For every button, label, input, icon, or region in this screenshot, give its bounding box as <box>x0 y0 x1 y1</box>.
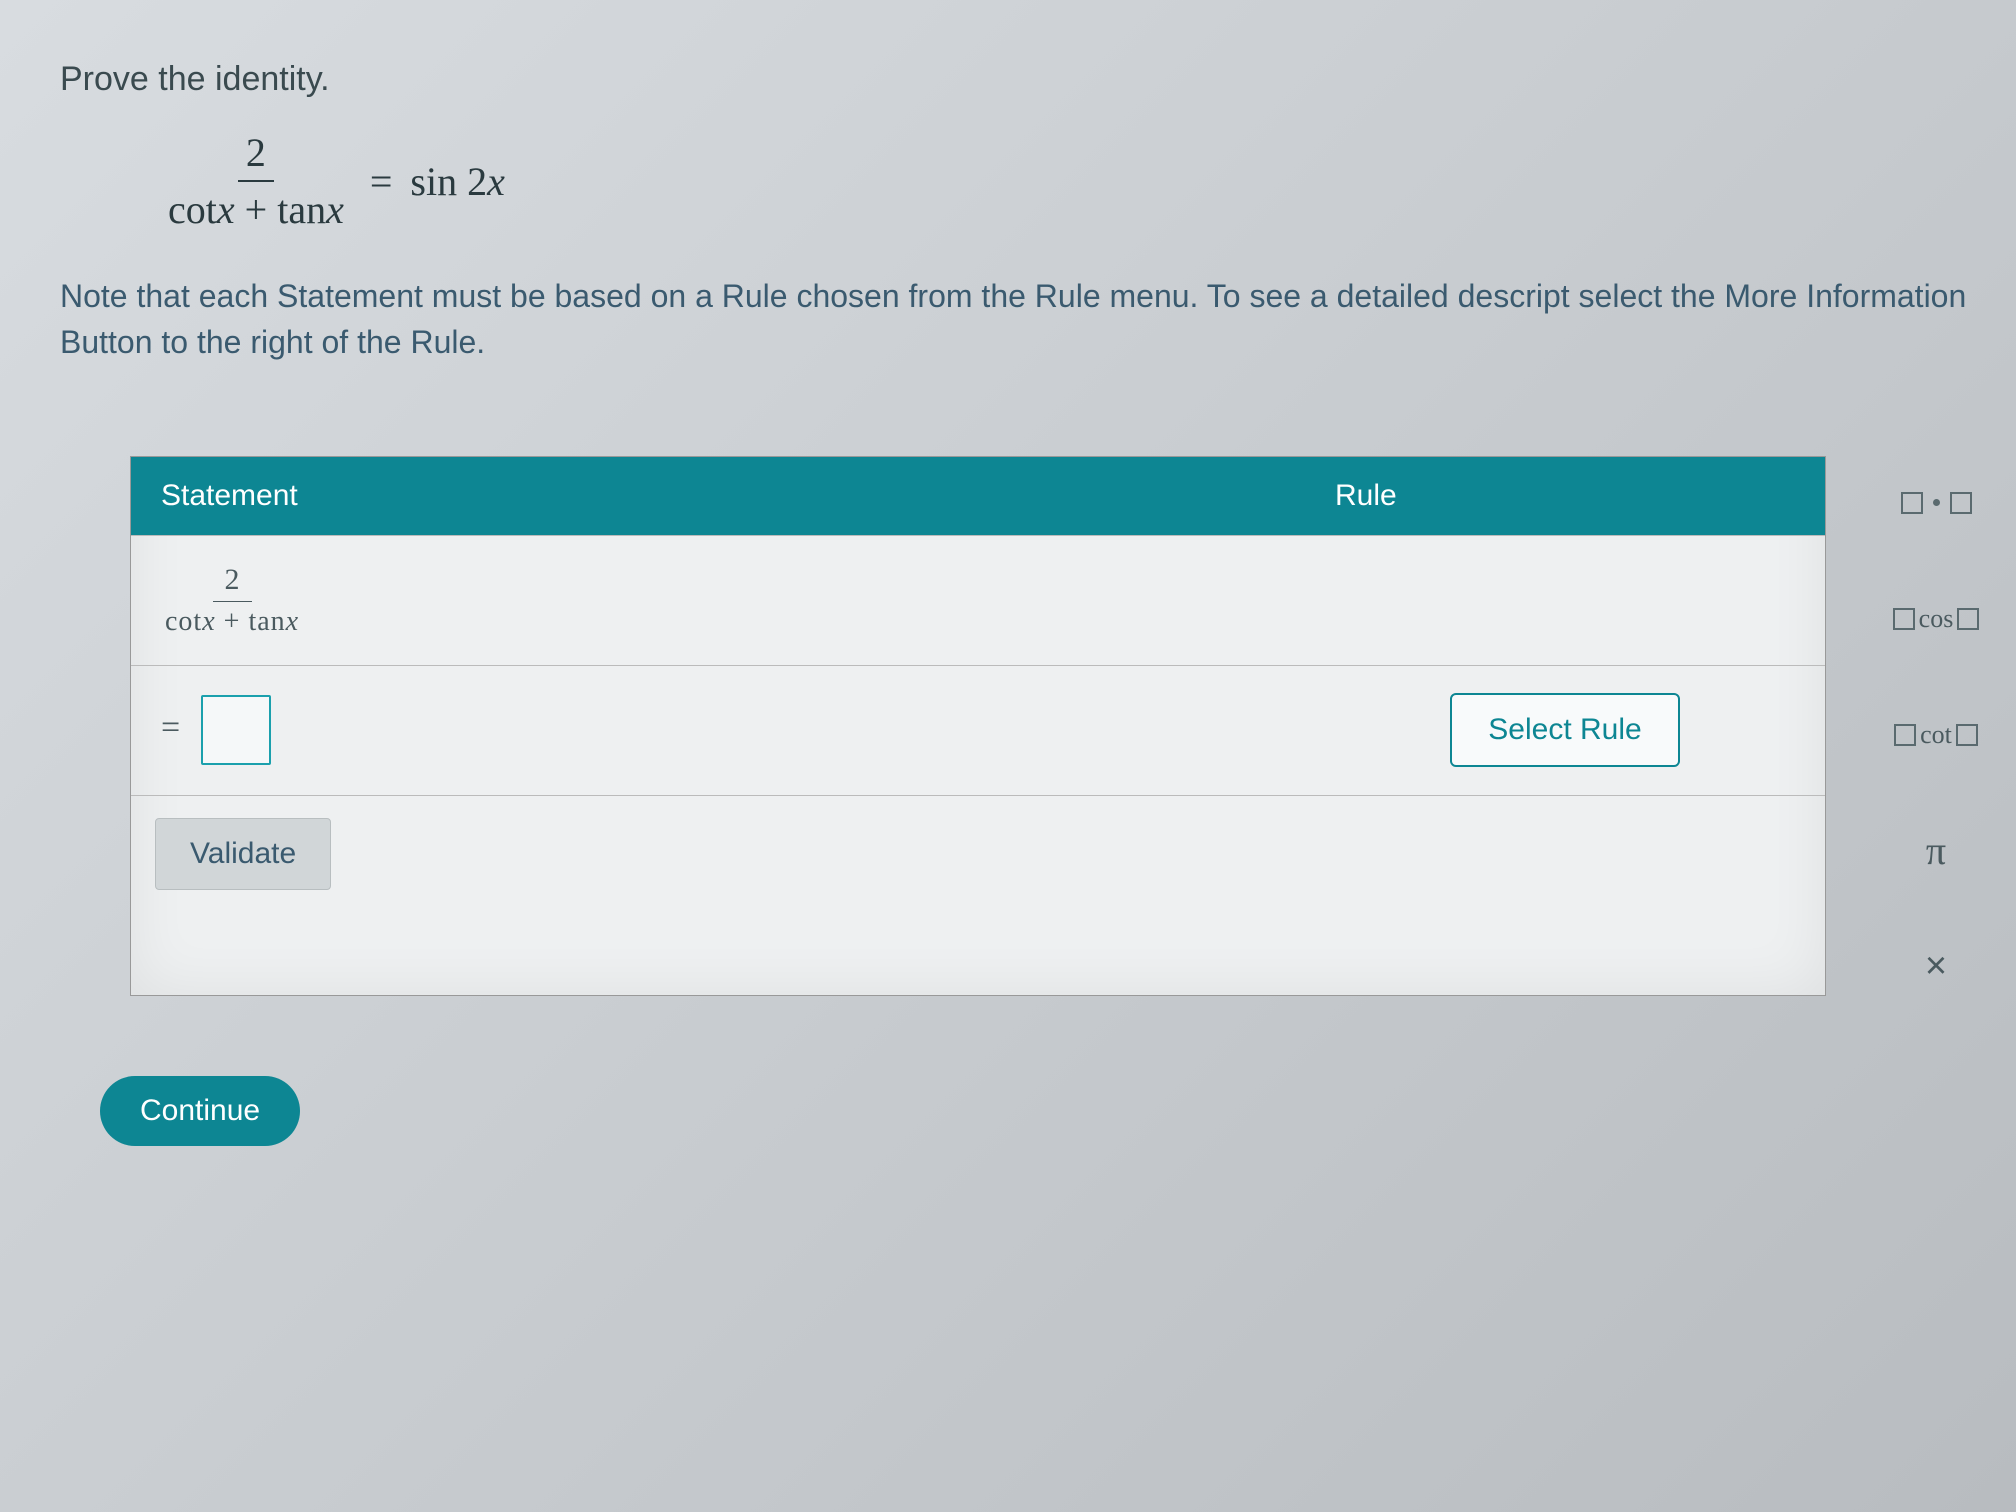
proof-area: Statement Rule 2 cotx + tanx = <box>60 456 2016 996</box>
square-placeholder-icon <box>1893 608 1915 630</box>
cot-text: cot <box>168 187 217 232</box>
palette-box-dot-box[interactable] <box>1871 476 2001 530</box>
square-placeholder-icon <box>1950 492 1972 514</box>
header-statement: Statement <box>131 457 1305 535</box>
header-rule: Rule <box>1305 457 1825 535</box>
square-placeholder-icon <box>1894 724 1916 746</box>
rule-cell-1 <box>1305 582 1825 618</box>
instruction-note: Note that each Statement must be based o… <box>60 273 1977 366</box>
table-row: = Select Rule <box>131 665 1825 795</box>
plus-tan-text: + tan <box>245 187 326 232</box>
fraction-numerator: 2 <box>213 563 252 602</box>
var-x: x <box>326 187 344 232</box>
validate-button[interactable]: Validate <box>155 818 331 890</box>
continue-wrap: Continue <box>60 996 2016 1146</box>
equals-sign: = <box>370 158 393 205</box>
palette-pi[interactable]: π <box>1871 824 2001 878</box>
palette-cot[interactable]: cot <box>1871 708 2001 762</box>
fraction-denominator: cotx + tanx <box>161 602 303 638</box>
fraction-numerator: 2 <box>238 129 274 182</box>
square-placeholder-icon <box>1901 492 1923 514</box>
cos-label: cos <box>1919 604 1954 634</box>
rhs: sin 2x <box>410 158 504 205</box>
cot-label: cot <box>1920 720 1952 750</box>
var-x: x <box>487 159 505 204</box>
continue-button[interactable]: Continue <box>100 1076 300 1146</box>
validate-row: Validate <box>131 795 1825 995</box>
fraction-denominator: cotx + tanx <box>160 182 352 233</box>
expression-input[interactable] <box>201 695 271 765</box>
table-row: 2 cotx + tanx <box>131 535 1825 665</box>
fraction: 2 cotx + tanx <box>161 563 303 638</box>
dot-icon <box>1933 499 1940 506</box>
square-placeholder-icon <box>1957 608 1979 630</box>
problem-page: Prove the identity. 2 cotx + tanx = sin … <box>20 20 2016 1146</box>
square-placeholder-icon <box>1956 724 1978 746</box>
sin2-text: sin 2 <box>410 159 487 204</box>
statement-cell-2: = <box>131 677 1305 783</box>
identity-formula: 2 cotx + tanx = sin 2x <box>160 129 2016 233</box>
palette-x[interactable]: × <box>1871 940 2001 994</box>
proof-table: Statement Rule 2 cotx + tanx = <box>130 456 1826 996</box>
var-x: x <box>202 606 215 637</box>
equals-sign: = <box>161 709 180 746</box>
var-x: x <box>286 606 299 637</box>
rule-cell-2: Select Rule <box>1305 675 1825 785</box>
statement-cell-1: 2 cotx + tanx <box>131 545 1305 656</box>
fraction: 2 cotx + tanx <box>160 129 352 233</box>
plus-text: + <box>216 606 249 637</box>
tan-text: tan <box>248 606 285 637</box>
select-rule-button[interactable]: Select Rule <box>1450 693 1679 767</box>
table-header-row: Statement Rule <box>131 457 1825 535</box>
palette-cos[interactable]: cos <box>1871 592 2001 646</box>
cot-text: cot <box>165 606 202 637</box>
problem-title: Prove the identity. <box>60 60 2016 99</box>
var-x: x <box>217 187 235 232</box>
symbol-palette: cos cot π × <box>1856 456 2016 996</box>
